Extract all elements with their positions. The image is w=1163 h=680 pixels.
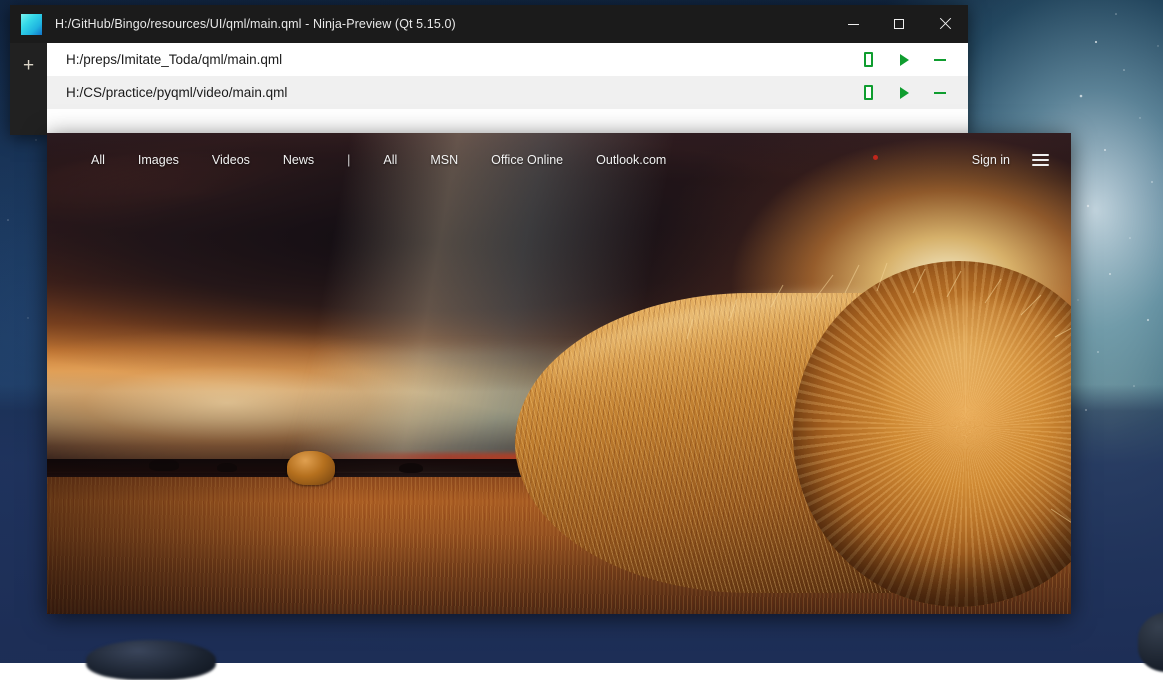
nav-link-videos[interactable]: Videos [212,153,250,167]
row-actions [850,85,958,100]
nav-link-news[interactable]: News [283,153,314,167]
nav-link-office-online[interactable]: Office Online [491,153,563,167]
remove-button[interactable] [922,58,958,61]
minimize-icon [847,23,859,25]
qml-preview-window: All Images Videos News | All MSN Office … [47,133,1071,614]
window-controls [830,5,968,43]
nav-link-outlook[interactable]: Outlook.com [596,153,666,167]
hamburger-menu-icon[interactable] [1032,154,1049,166]
wallpaper-rock-foreground [86,640,216,680]
minimize-button[interactable] [830,5,876,43]
run-button[interactable] [886,53,922,66]
window-body: + H:/preps/Imitate_Toda/qml/main.qml H:/… [10,43,968,135]
distant-hay-bale [287,451,335,485]
table-row-empty [47,109,968,131]
red-dot-indicator [873,155,878,160]
remove-button[interactable] [922,91,958,94]
navigation-bar: All Images Videos News | All MSN Office … [47,133,1071,187]
play-icon [899,86,909,99]
window-title: H:/GitHub/Bingo/resources/UI/qml/main.qm… [55,17,456,31]
device-icon [863,52,873,67]
hay-bale [515,241,1071,614]
maximize-button[interactable] [876,5,922,43]
app-icon [21,13,42,35]
table-row[interactable]: H:/CS/practice/pyqml/video/main.qml [47,76,968,109]
row-actions [850,52,958,67]
sidebar: + [10,43,47,135]
field-shadow-left [47,477,347,614]
title-bar[interactable]: H:/GitHub/Bingo/resources/UI/qml/main.qm… [10,5,968,43]
nav-link-msn[interactable]: MSN [430,153,458,167]
nav-separator: | [347,153,351,167]
minus-icon [934,91,946,94]
file-list: H:/preps/Imitate_Toda/qml/main.qml H:/CS… [47,43,968,135]
run-button[interactable] [886,86,922,99]
nav-link-all-2[interactable]: All [383,153,397,167]
nav-link-all-1[interactable]: All [91,153,105,167]
device-preview-button[interactable] [850,85,886,100]
minus-icon [934,58,946,61]
nav-link-images[interactable]: Images [138,153,179,167]
close-icon [939,18,951,30]
shrub [217,463,237,472]
shrub [149,459,179,471]
file-path: H:/preps/Imitate_Toda/qml/main.qml [66,52,283,67]
play-icon [899,53,909,66]
straw-strands [686,262,1071,523]
table-row[interactable]: H:/preps/Imitate_Toda/qml/main.qml [47,43,968,76]
add-file-button[interactable]: + [23,56,34,135]
ninja-preview-window: H:/GitHub/Bingo/resources/UI/qml/main.qm… [10,5,968,135]
close-button[interactable] [922,5,968,43]
file-path: H:/CS/practice/pyqml/video/main.qml [66,85,288,100]
sign-in-link[interactable]: Sign in [972,153,1010,167]
device-icon [863,85,873,100]
shrub [399,463,423,473]
device-preview-button[interactable] [850,52,886,67]
maximize-icon [894,19,904,29]
